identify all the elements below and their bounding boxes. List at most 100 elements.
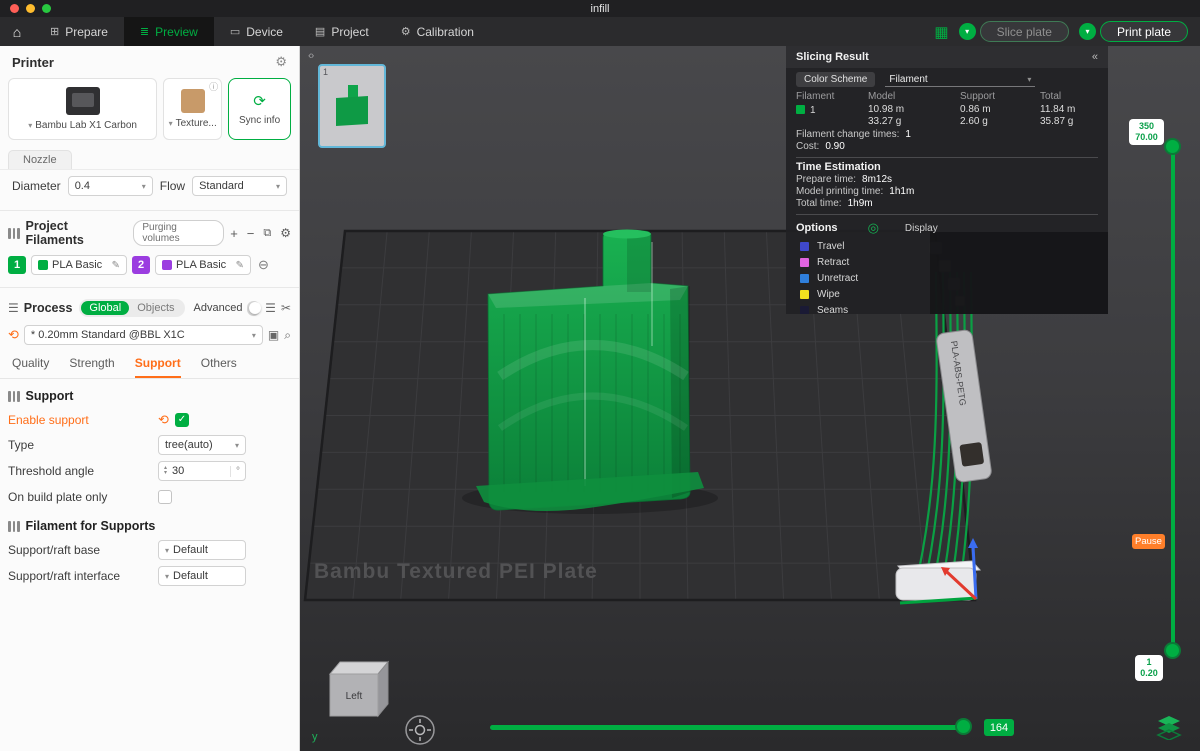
tab-support[interactable]: Support [134,356,181,378]
support-raft-base-label: Support/raft base [8,543,101,557]
collapse-panel-icon[interactable]: « [1092,51,1098,63]
filament-change-value: 1 [905,129,911,140]
view-cube[interactable]: Left [328,660,390,718]
maximize-window-button[interactable] [42,4,51,13]
process-icon: ☰ [8,301,19,315]
legend-item-wipe[interactable]: Wipe [786,286,1108,302]
advanced-toggle[interactable] [247,300,261,316]
parameter-list-icon[interactable]: ☰ [265,301,276,315]
tab-device[interactable]: ▭ Device [214,17,299,46]
preset-modified-icon[interactable]: ⟲ [8,327,19,343]
nozzle-tab-label: Nozzle [23,154,57,166]
color-scheme-select[interactable]: Filament ▾ [885,73,1036,87]
cost-label: Cost: [796,141,820,152]
scope-objects[interactable]: Objects [129,301,182,315]
tab-quality[interactable]: Quality [12,356,49,378]
col-model: Model [868,91,896,102]
tab-project[interactable]: ▤ Project [299,17,385,46]
diameter-select[interactable]: 0.4 ▾ [67,176,153,196]
layer-slider-bottom-handle[interactable] [1164,642,1181,659]
flow-select[interactable]: Standard ▾ [192,176,287,196]
support-type-select[interactable]: tree(auto) ▾ [158,435,246,455]
retract-color-swatch [800,257,809,267]
slice-options-chevron-icon[interactable]: ▾ [958,23,976,40]
tab-preview[interactable]: ≣ Preview [123,17,214,46]
threshold-angle-stepper[interactable]: ▴ ▾ 30 ° [158,461,246,481]
info-icon[interactable]: ⓘ [209,80,218,93]
auxiliary-object[interactable] [895,560,982,601]
filament-change-label: Filament change times: [796,129,900,140]
print-progress-slider[interactable] [490,725,968,730]
print-options-chevron-icon[interactable]: ▾ [1078,23,1096,40]
progress-slider-handle[interactable] [955,718,972,735]
slicing-result-panel: Slicing Result « Color Scheme Filament ▾… [786,46,1108,314]
orbit-center-button[interactable] [405,715,435,745]
plate-thumbnail-model [336,85,368,126]
chevron-down-icon: ▾ [1027,74,1032,84]
save-preset-icon[interactable]: ▣ [268,328,279,342]
plate-thumbnail[interactable]: 1 [318,64,386,148]
tab-strength[interactable]: Strength [69,356,114,378]
advanced-label: Advanced [193,302,243,314]
enable-support-checkbox[interactable]: ✓ [174,412,189,427]
slice-plate-button[interactable]: Slice plate [979,21,1069,42]
legend-item-travel[interactable]: Travel [786,238,1108,254]
printer-card[interactable]: ▾ Bambu Lab X1 Carbon [8,78,158,140]
plate-type-card[interactable]: ⓘ ▾ Texture... [163,78,223,140]
layer-top-number: 350 [1138,121,1155,131]
legend-label: Retract [817,256,850,268]
edit-filament-icon[interactable]: ✎ [112,260,120,271]
support-type-label: Type [8,438,35,452]
support-raft-interface-select[interactable]: ▾ Default [158,566,246,586]
scissors-icon[interactable]: ✂ [281,301,291,315]
legend-item-unretract[interactable]: Unretract [786,270,1108,286]
tab-label: Prepare [65,24,108,39]
print-plate-button[interactable]: Print plate [1099,21,1188,42]
on-build-plate-only-checkbox[interactable] [158,489,172,504]
flow-label: Flow [159,179,186,193]
process-preset-select[interactable]: * 0.20mm Standard @BBL X1C ▾ [23,325,263,345]
minimize-window-button[interactable] [26,4,35,13]
tab-others[interactable]: Others [201,356,237,378]
support-raft-base-value: Default [173,544,208,556]
flush-options-icon[interactable]: ⊖ [258,257,269,273]
collapse-sidebar-icon[interactable]: ‹› [308,50,314,62]
wipe-color-swatch [800,289,809,299]
total-length: 11.84 m [1040,104,1076,115]
filament-1-select[interactable]: PLA Basic ✎ [31,255,127,275]
layers-view-button[interactable] [1154,712,1184,742]
printer-settings-gear-icon[interactable]: ⚙ [275,54,287,70]
sync-info-button[interactable]: ⟳ Sync info [228,78,291,140]
tab-label: Project [331,24,369,39]
layer-range-slider[interactable] [1171,146,1175,649]
tab-calibration[interactable]: ⚙ Calibration [385,17,490,46]
filament-settings-gear-icon[interactable]: ⚙ [280,226,291,240]
home-button[interactable]: ⌂ [0,17,34,46]
add-filament-button[interactable]: + [230,226,238,241]
scope-global[interactable]: Global [81,301,130,315]
plates-icon[interactable]: ▦ [934,23,948,41]
layer-slider-top-handle[interactable] [1164,138,1181,155]
purging-volumes-button[interactable]: Purging volumes [133,220,225,246]
cost-value: 0.90 [825,141,845,152]
legend-item-seams[interactable]: Seams [786,302,1108,314]
edit-filament-icon[interactable]: ✎ [236,260,244,271]
support-raft-base-select[interactable]: ▾ Default [158,540,246,560]
col-total: Total [1040,91,1062,102]
time-estimation-title: Time Estimation [796,161,881,173]
filament-2-select[interactable]: PLA Basic ✎ [155,255,251,275]
reset-value-icon[interactable]: ⟲ [158,412,169,428]
sync-filament-list-icon[interactable]: ⧉ [263,227,271,240]
close-window-button[interactable] [10,4,19,13]
remove-filament-button[interactable]: − [247,226,255,241]
nozzle-tab[interactable]: Nozzle [8,150,72,169]
spin-down-icon[interactable]: ▾ [164,470,167,477]
legend-item-retract[interactable]: Retract [786,254,1108,270]
process-scope-toggle[interactable]: Global Objects [79,299,185,317]
pause-marker-button[interactable]: Pause [1132,534,1165,549]
diameter-label: Diameter [12,179,61,193]
process-section-title: Process [23,301,73,315]
search-icon[interactable]: ⌕ [284,328,291,343]
color-scheme-value: Filament [889,73,928,85]
tab-prepare[interactable]: ⊞ Prepare [34,17,124,46]
